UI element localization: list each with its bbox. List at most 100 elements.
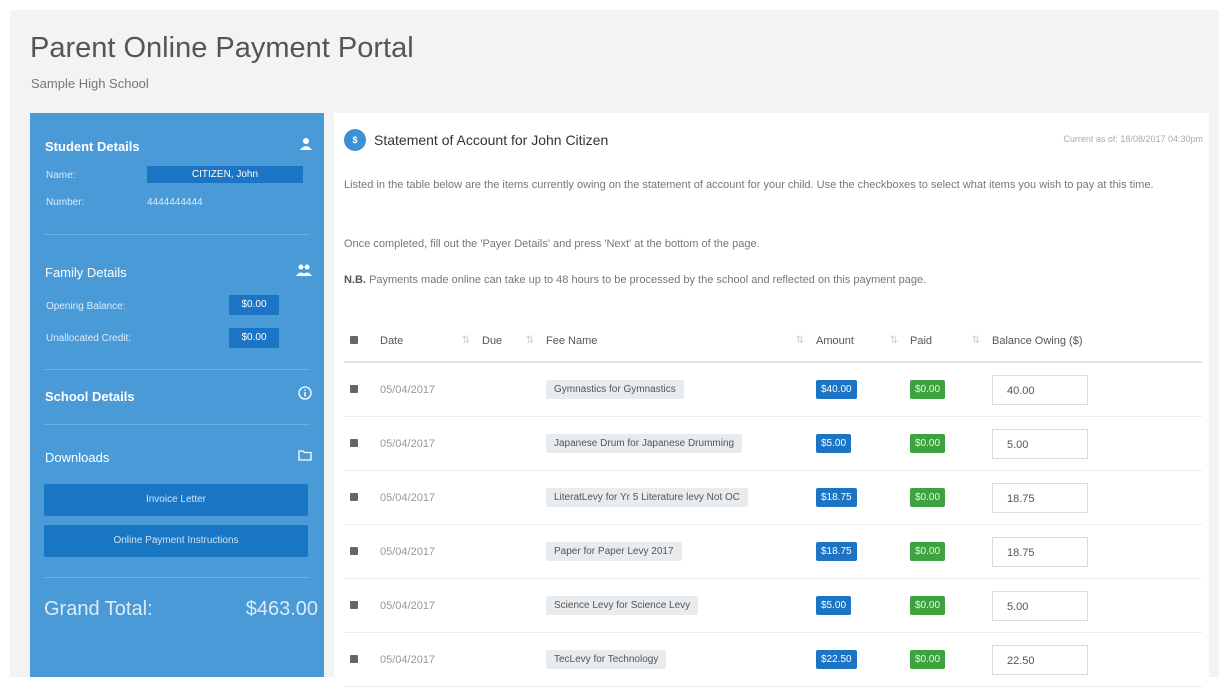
note-body: Payments made online can take up to 48 h… <box>369 274 927 286</box>
row-due <box>476 470 540 525</box>
note-label: N.B. <box>344 274 366 286</box>
row-date: 05/04/2017 <box>374 470 476 525</box>
row-amount: $18.75 <box>810 524 904 579</box>
row-date: 05/04/2017 <box>374 632 476 687</box>
row-paid: $0.00 <box>904 632 986 687</box>
row-checkbox[interactable] <box>344 416 374 471</box>
fee-name-badge: Gymnastics for Gymnastics <box>546 380 684 399</box>
table-row: 05/04/2017 TecLevy for Technology $22.50 $0… <box>344 632 1202 687</box>
column-fee-name[interactable]: Fee Name ⇅ <box>540 321 810 363</box>
row-paid: $0.00 <box>904 524 986 579</box>
column-due[interactable]: Due ⇅ <box>476 321 540 363</box>
row-date: 05/04/2017 <box>374 362 476 417</box>
online-payment-instructions-button[interactable]: Online Payment Instructions <box>44 525 308 557</box>
row-balance: 5.00 <box>986 578 1202 633</box>
paid-badge: $0.00 <box>910 596 946 615</box>
sort-icon: ⇅ <box>889 335 898 346</box>
row-checkbox[interactable] <box>344 362 374 417</box>
sort-icon: ⇅ <box>525 335 534 346</box>
unallocated-credit-value: $0.00 <box>229 328 279 348</box>
row-due <box>476 416 540 471</box>
page-title: Parent Online Payment Portal <box>30 32 414 64</box>
column-date[interactable]: Date ⇅ <box>374 321 476 363</box>
divider <box>44 424 310 425</box>
table-row: 05/04/2017 LiteratLevy for Yr 5 Literatur… <box>344 470 1202 525</box>
fee-name-badge: TecLevy for Technology <box>546 650 667 669</box>
student-number-value: 4444444444 <box>147 197 203 208</box>
row-balance: 22.50 <box>986 632 1202 687</box>
note-text: N.B. Payments made online can take up to… <box>344 270 1199 290</box>
row-paid: $0.00 <box>904 470 986 525</box>
row-amount: $22.50 <box>810 632 904 687</box>
row-due <box>476 632 540 687</box>
page-container: Parent Online Payment Portal Sample High… <box>10 10 1219 687</box>
balance-input[interactable]: 18.75 <box>992 536 1088 567</box>
paid-badge: $0.00 <box>910 650 946 669</box>
column-balance[interactable]: Balance Owing ($) <box>986 321 1202 363</box>
row-checkbox[interactable] <box>344 524 374 579</box>
row-amount: $5.00 <box>810 416 904 471</box>
student-name-value: CITIZEN, John <box>147 166 303 183</box>
row-fee-name: LiteratLevy for Yr 5 Literature levy Not… <box>540 470 810 525</box>
info-icon[interactable] <box>298 386 312 403</box>
current-as-of: Current as of: 18/08/2017 04:30pm <box>1063 134 1203 144</box>
row-fee-name: Science Levy for Science Levy <box>540 578 810 633</box>
family-details-heading: Family Details <box>45 265 127 280</box>
table-row: 05/04/2017 Paper for Paper Levy 2017 $18.7… <box>344 524 1202 579</box>
divider <box>44 577 310 578</box>
student-number-label: Number: <box>46 197 85 208</box>
statement-title: Statement of Account for John Citizen <box>374 132 609 148</box>
row-due <box>476 524 540 579</box>
school-name: Sample High School <box>31 76 149 91</box>
select-all-checkbox[interactable] <box>344 321 374 363</box>
divider <box>44 369 310 370</box>
column-amount[interactable]: Amount ⇅ <box>810 321 904 363</box>
row-fee-name: TecLevy for Technology <box>540 632 810 687</box>
table-row: 05/04/2017 Japanese Drum for Japanese Dru… <box>344 416 1202 471</box>
row-balance: 5.00 <box>986 416 1202 471</box>
users-icon <box>296 263 312 279</box>
balance-input[interactable]: 18.75 <box>992 482 1088 513</box>
row-checkbox[interactable] <box>344 470 374 525</box>
balance-input[interactable]: 5.00 <box>992 428 1088 459</box>
row-checkbox[interactable] <box>344 578 374 633</box>
row-fee-name: Gymnastics for Gymnastics <box>540 362 810 417</box>
balance-input[interactable]: 40.00 <box>992 374 1088 405</box>
balance-input[interactable]: 5.00 <box>992 590 1088 621</box>
instructions-text: Listed in the table below are the items … <box>344 179 1154 191</box>
paid-badge: $0.00 <box>910 542 946 561</box>
school-details-heading[interactable]: School Details <box>45 389 135 404</box>
row-date: 05/04/2017 <box>374 578 476 633</box>
row-paid: $0.00 <box>904 578 986 633</box>
amount-badge: $5.00 <box>816 596 852 615</box>
row-due <box>476 362 540 417</box>
opening-balance-label: Opening Balance: <box>46 301 126 312</box>
row-amount: $5.00 <box>810 578 904 633</box>
row-balance: 40.00 <box>986 362 1202 417</box>
amount-badge: $5.00 <box>816 434 852 453</box>
user-icon <box>300 137 312 153</box>
table-header-row: Date ⇅ Due ⇅ Fee Name ⇅ Amount ⇅ Paid ⇅ Balan… <box>344 321 1202 363</box>
student-name-label: Name: <box>46 170 76 181</box>
divider <box>44 234 310 235</box>
row-paid: $0.00 <box>904 362 986 417</box>
invoice-letter-button[interactable]: Invoice Letter <box>44 484 308 516</box>
opening-balance-value: $0.00 <box>229 295 279 315</box>
sidebar: Student Details Name: CITIZEN, John Numb… <box>30 113 324 677</box>
fees-table: Date ⇅ Due ⇅ Fee Name ⇅ Amount ⇅ Paid ⇅ Balan… <box>344 321 1202 687</box>
row-balance: 18.75 <box>986 470 1202 525</box>
row-fee-name: Japanese Drum for Japanese Drumming <box>540 416 810 471</box>
column-paid[interactable]: Paid ⇅ <box>904 321 986 363</box>
grand-total-value: $463.00 <box>245 598 318 620</box>
amount-badge: $22.50 <box>816 650 857 669</box>
row-date: 05/04/2017 <box>374 524 476 579</box>
row-checkbox[interactable] <box>344 632 374 687</box>
sort-icon: ⇅ <box>461 335 470 346</box>
amount-badge: $40.00 <box>816 380 857 399</box>
folder-icon <box>298 448 312 464</box>
sort-icon: ⇅ <box>971 335 980 346</box>
unallocated-credit-label: Unallocated Credit: <box>46 333 132 344</box>
row-due <box>476 578 540 633</box>
table-row: 05/04/2017 Gymnastics for Gymnastics $40.0… <box>344 362 1202 417</box>
balance-input[interactable]: 22.50 <box>992 644 1088 675</box>
